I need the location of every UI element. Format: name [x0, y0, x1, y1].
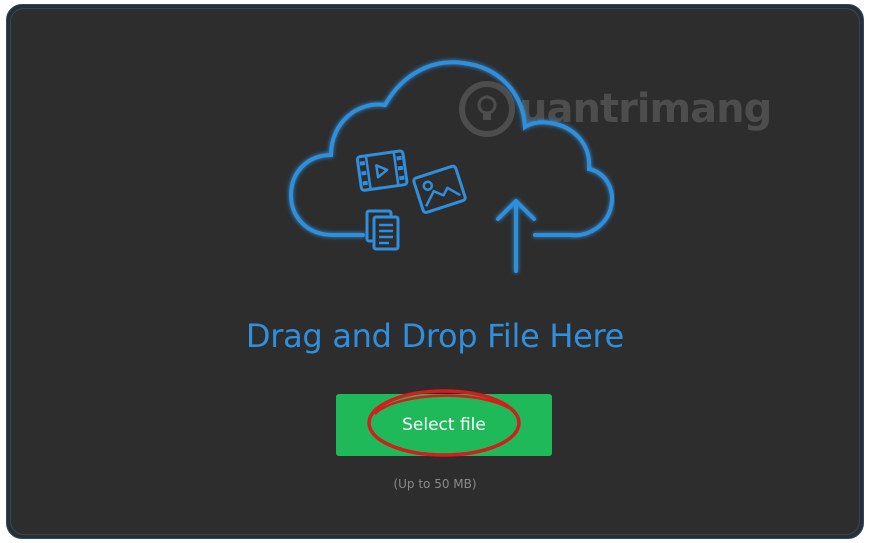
image-file-icon: [412, 164, 467, 214]
size-limit-hint: (Up to 50 MB): [393, 477, 477, 491]
upload-dropzone[interactable]: uantrimang Drag and Drop File Here Selec…: [6, 4, 864, 539]
document-file-icon: [365, 209, 400, 251]
cloud-icon: [288, 60, 614, 273]
select-file-button[interactable]: Select file: [336, 394, 552, 456]
video-file-icon: [355, 149, 409, 192]
cloud-upload-illustration: [285, 53, 615, 285]
dropzone-title: Drag and Drop File Here: [245, 317, 625, 355]
upload-arrow-icon: [496, 199, 536, 273]
